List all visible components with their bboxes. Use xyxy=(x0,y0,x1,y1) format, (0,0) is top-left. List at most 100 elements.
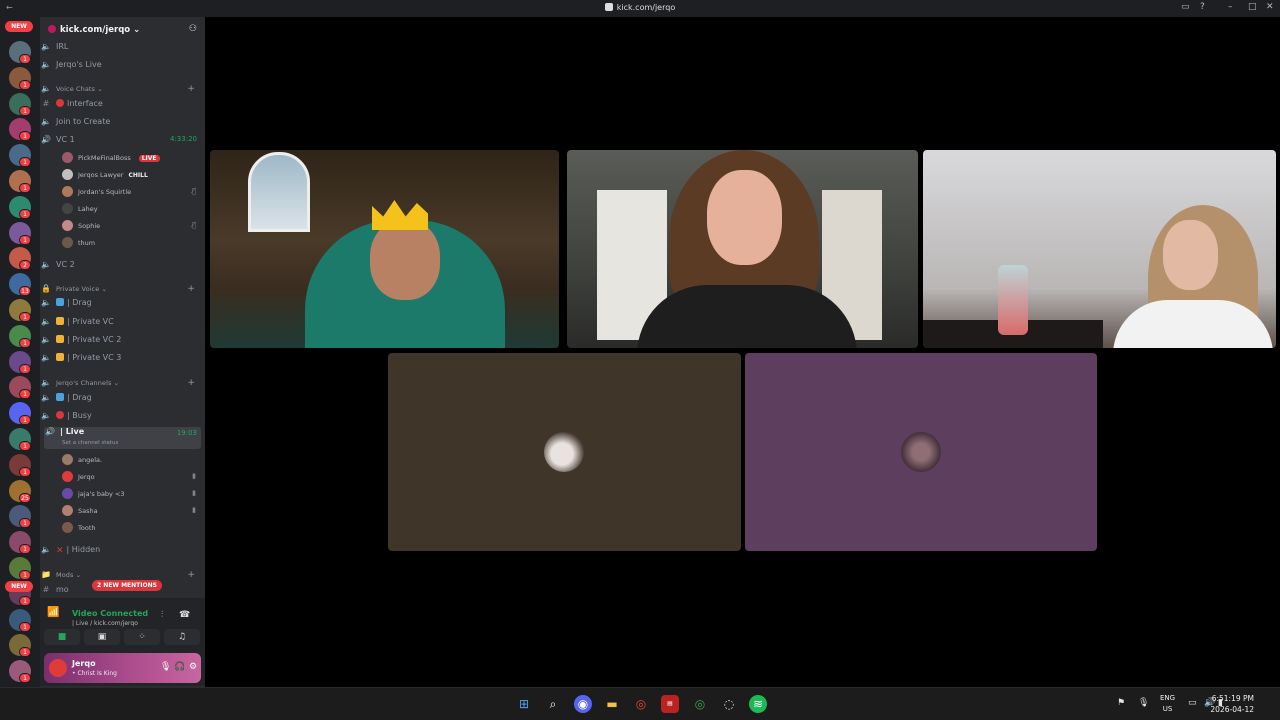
monitor-icon[interactable]: ▭ xyxy=(1188,698,1197,708)
category-jerqos-channels[interactable]: 🔈 Jerqo's Channels ⌄ + xyxy=(40,378,205,388)
help-icon[interactable]: ? xyxy=(1200,2,1205,12)
voice-user[interactable]: Lahey xyxy=(40,203,205,214)
channel-jerqos-live[interactable]: 🔈 Jerqo's Live xyxy=(40,60,205,69)
new-unreads-pill[interactable]: NEW xyxy=(5,21,33,32)
avatar[interactable] xyxy=(49,659,67,677)
avatar xyxy=(62,488,73,499)
microphone-icon[interactable]: 🎙 xyxy=(1138,698,1149,708)
lock-tag-icon xyxy=(56,317,64,325)
signal-icon[interactable]: 📶 xyxy=(47,607,59,618)
voice-user[interactable]: Jerqo ▮ xyxy=(40,471,205,482)
channel-private-vc3[interactable]: 🔈 | Private VC 3 xyxy=(40,353,205,362)
disconnect-icon[interactable]: ☎ xyxy=(179,610,190,620)
close-button[interactable]: ✕ xyxy=(1266,2,1274,12)
clock[interactable]: 6:51:19 PM 2026-04-12 xyxy=(1210,693,1254,715)
video-background xyxy=(248,152,310,232)
speaker-icon: 🔈 xyxy=(41,298,51,307)
settings-gear-icon[interactable]: ⚙ xyxy=(189,662,197,672)
camera-button[interactable]: ■ xyxy=(44,629,80,645)
mention-badge: 13 xyxy=(19,286,31,297)
channel-drag-2[interactable]: 🔈 | Drag xyxy=(40,393,205,402)
chrome-icon[interactable]: ◎ xyxy=(632,695,650,713)
folder-icon: 📁 xyxy=(40,570,52,579)
mention-badge: 1 xyxy=(19,79,31,90)
soundboard-button[interactable]: ♫ xyxy=(164,629,200,645)
network-status-icon[interactable]: ⚑ xyxy=(1117,698,1125,708)
avatar xyxy=(62,152,73,163)
speaker-icon: 🔈 xyxy=(41,117,51,126)
mention-badge: 1 xyxy=(19,183,31,193)
voice-connection-status: 📶 Video Connected | Live / kick.com/jerq… xyxy=(47,607,191,627)
category-mods[interactable]: 📁 Mods ⌄ + xyxy=(40,570,205,580)
voice-user[interactable]: Tooth xyxy=(40,522,205,533)
participant-head xyxy=(370,220,440,300)
app-icon[interactable]: ▤ xyxy=(661,695,679,713)
mention-badge: 1 xyxy=(19,595,31,606)
audio-tile-2[interactable] xyxy=(745,353,1097,551)
create-channel-icon[interactable]: + xyxy=(187,570,195,580)
category-private-voice[interactable]: 🔒 Private Voice ⌄ + xyxy=(40,284,205,294)
obs-icon[interactable]: ◌ xyxy=(720,695,738,713)
channel-private-vc[interactable]: 🔈 | Private VC xyxy=(40,317,205,326)
windows-start-icon[interactable]: ⊞ xyxy=(515,695,533,713)
channel-join-to-create[interactable]: 🔈 Join to Create xyxy=(40,117,205,126)
create-channel-icon[interactable]: + xyxy=(187,284,195,294)
channel-live[interactable]: 🔊 | Live 19:03 Set a channel status xyxy=(44,427,201,449)
minimize-button[interactable]: – xyxy=(1228,2,1233,12)
avatar xyxy=(62,203,73,214)
headphones-icon[interactable]: 🎧 xyxy=(174,662,185,672)
server-list: NEW 1 1 1 1 1 1 1 1 2 13 1 1 1 1 1 1 1 25 1 1 1 1 1 1 1 NEW xyxy=(0,17,40,687)
create-channel-icon[interactable]: + xyxy=(187,378,195,388)
channel-vc2[interactable]: 🔈 VC 2 xyxy=(40,260,205,269)
video-camera-icon: ▮ xyxy=(192,506,196,514)
invite-people-icon[interactable]: ⚇ xyxy=(189,24,197,34)
voice-user[interactable]: thum xyxy=(40,237,205,248)
video-tile-1[interactable] xyxy=(210,150,559,348)
new-mentions-pill[interactable]: 2 NEW MENTIONS xyxy=(92,580,162,591)
language-indicator[interactable]: ENG US xyxy=(1160,693,1175,715)
maximize-button[interactable]: □ xyxy=(1248,2,1257,12)
channel-interface[interactable]: # Interface xyxy=(40,99,205,108)
channel-busy[interactable]: 🔈 | Busy xyxy=(40,411,205,420)
voice-user-name: thum xyxy=(78,239,96,247)
discord-icon[interactable]: ◉ xyxy=(574,695,592,713)
screen-share-button[interactable]: ▣ xyxy=(84,629,120,645)
video-tile-2[interactable] xyxy=(567,150,918,348)
chrome-profile-icon[interactable]: ◎ xyxy=(691,695,709,713)
activities-button[interactable]: ⁘ xyxy=(124,629,160,645)
speaker-icon: 🔈 xyxy=(41,393,51,402)
new-unreads-pill-bottom[interactable]: NEW xyxy=(5,581,33,592)
channel-vc1[interactable]: 🔊 VC 1 4:33:20 xyxy=(40,135,205,144)
voice-user[interactable]: Jordan's Squirtle 🎙̸ xyxy=(40,186,205,197)
server-header[interactable]: kick.com/jerqo ⌄ ⚇ xyxy=(40,17,205,43)
mention-badge: 1 xyxy=(19,647,31,658)
voice-user[interactable]: PickMeFinalBoss LIVE xyxy=(40,152,205,163)
voice-user[interactable]: Sophie 🎙̸ xyxy=(40,220,205,231)
channel-drag[interactable]: 🔈 | Drag xyxy=(40,298,205,307)
channel-irl[interactable]: 🔈 IRL xyxy=(40,42,205,51)
mention-badge: 2 xyxy=(19,260,31,271)
mention-badge: 1 xyxy=(19,105,31,116)
microphone-icon[interactable]: 🎙 xyxy=(160,662,171,672)
audio-tile-1[interactable] xyxy=(388,353,741,551)
channel-private-vc2[interactable]: 🔈 | Private VC 2 xyxy=(40,335,205,344)
video-tile-3[interactable] xyxy=(923,150,1276,348)
create-channel-icon[interactable]: + xyxy=(187,84,195,94)
voice-user[interactable]: angela. xyxy=(40,454,205,465)
chevron-down-icon: ⌄ xyxy=(133,25,141,35)
busy-icon xyxy=(56,411,64,419)
mention-badge: 1 xyxy=(19,441,31,451)
video-camera-icon: ▮ xyxy=(192,489,196,497)
mention-badge: 1 xyxy=(19,131,31,142)
voice-user[interactable]: Sasha ▮ xyxy=(40,505,205,516)
voice-user[interactable]: jaja's baby <3 ▮ xyxy=(40,488,205,499)
channel-status-text[interactable]: Set a channel status xyxy=(62,440,118,446)
spotify-icon[interactable]: ≋ xyxy=(749,695,767,713)
file-explorer-icon[interactable]: ▬ xyxy=(603,695,621,713)
channel-hidden[interactable]: 🔈 ✕ | Hidden xyxy=(40,545,205,556)
voice-user[interactable]: Jerqos Lawyer CHILL xyxy=(40,169,205,180)
noise-suppression-icon[interactable]: ⫶ xyxy=(161,610,163,620)
category-voice-chats[interactable]: 🔈 Voice Chats ⌄ + xyxy=(40,84,205,94)
inbox-icon[interactable]: ▭ xyxy=(1181,2,1190,12)
search-icon[interactable]: ⌕ xyxy=(544,695,562,713)
